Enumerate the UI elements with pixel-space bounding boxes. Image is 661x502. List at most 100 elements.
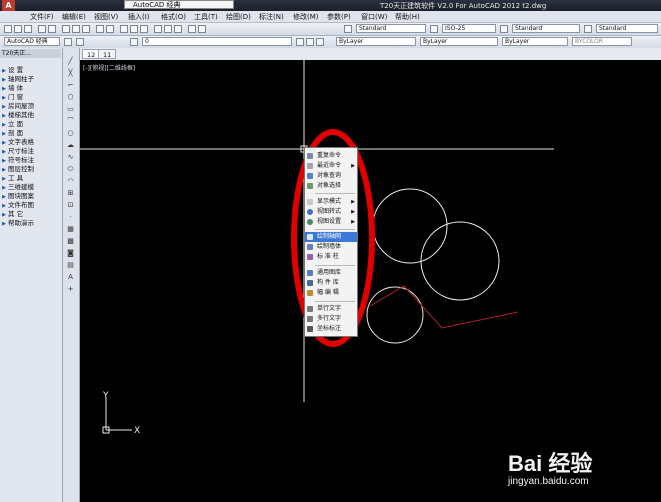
make-block-icon[interactable]: ⊡	[65, 200, 76, 210]
side-item-tools[interactable]: ▶ 工 具	[0, 174, 61, 183]
menu-edit[interactable]: 编辑(E)	[62, 12, 86, 22]
menu-dimension[interactable]: 标注(N)	[259, 12, 284, 22]
ctx-repeat-command[interactable]: 重复命令	[305, 151, 357, 161]
ctx-single-line-text[interactable]: 单行文字	[305, 304, 357, 314]
ctx-multi-line-text[interactable]: 多行文字	[305, 314, 357, 324]
ellipse-arc-icon[interactable]: ◠	[65, 176, 76, 186]
workspace-settings-icon[interactable]	[64, 38, 72, 46]
layer-combo[interactable]: 0	[142, 37, 292, 46]
new-icon[interactable]	[4, 25, 12, 33]
plotstyle-combo[interactable]: BYCOLOR	[572, 37, 632, 46]
properties-icon[interactable]	[154, 25, 162, 33]
cut-icon[interactable]	[62, 25, 70, 33]
table-style-icon[interactable]	[500, 25, 508, 33]
side-item-room-roof[interactable]: ▶ 房间屋顶	[0, 102, 61, 111]
side-item-axis-column[interactable]: ▶ 轴网柱子	[0, 75, 61, 84]
spline-icon[interactable]: ∿	[65, 152, 76, 162]
side-item-blocks[interactable]: ▶ 图块图案	[0, 192, 61, 201]
menu-view[interactable]: 视图(V)	[94, 12, 118, 22]
workspace-combo[interactable]: AutoCAD 经典	[4, 37, 60, 46]
polyline-icon[interactable]: ⌐	[65, 80, 76, 90]
pan-icon[interactable]	[120, 25, 128, 33]
red-polyline[interactable]	[369, 285, 519, 329]
ctx-component-library[interactable]: 构 件 库	[305, 278, 357, 288]
ctx-view-convert[interactable]: 视图转式 ▶	[305, 207, 357, 217]
make-current-icon[interactable]	[296, 38, 304, 46]
mleader-style-icon[interactable]	[584, 25, 592, 33]
side-item-stairs[interactable]: ▶ 楼梯其他	[0, 111, 61, 120]
app-logo-icon[interactable]: A	[2, 0, 15, 11]
ctx-object-select[interactable]: 对象选择	[305, 181, 357, 191]
insert-block-icon[interactable]: ⊞	[65, 188, 76, 198]
menu-parameters[interactable]: 参数(P)	[327, 12, 351, 22]
redo-icon[interactable]	[106, 25, 114, 33]
ctx-object-query[interactable]: 对象查询	[305, 171, 357, 181]
ellipse-icon[interactable]: ⬭	[65, 164, 76, 174]
circle-1[interactable]	[372, 188, 448, 264]
menu-format[interactable]: 格式(O)	[161, 12, 186, 22]
menu-modify[interactable]: 修改(M)	[293, 12, 319, 22]
menu-window[interactable]: 窗口(W)	[361, 12, 387, 22]
side-item-other[interactable]: ▶ 其 它	[0, 210, 61, 219]
arc-icon[interactable]: ⌒	[65, 116, 76, 126]
ctx-view-settings[interactable]: 视图设置 ▶	[305, 217, 357, 227]
save-icon[interactable]	[24, 25, 32, 33]
side-item-layer-control[interactable]: ▶ 图层控制	[0, 165, 61, 174]
ctx-general-library[interactable]: 通用图库	[305, 268, 357, 278]
side-item-settings[interactable]: ▶ 设 置	[0, 66, 61, 75]
side-item-dimension[interactable]: ▶ 尺寸标注	[0, 147, 61, 156]
table-style-combo[interactable]: Standard	[512, 24, 580, 33]
circle-3[interactable]	[366, 286, 424, 344]
menu-draw[interactable]: 绘图(D)	[226, 12, 251, 22]
side-item-elevation[interactable]: ▶ 立 面	[0, 120, 61, 129]
linetype-combo[interactable]: ByLayer	[420, 37, 498, 46]
circle-icon[interactable]: ○	[65, 128, 76, 138]
menu-tools[interactable]: 工具(T)	[194, 12, 218, 22]
calc-icon[interactable]	[188, 25, 196, 33]
side-item-file-layout[interactable]: ▶ 文件布图	[0, 201, 61, 210]
zoom-window-icon[interactable]	[140, 25, 148, 33]
undo-icon[interactable]	[96, 25, 104, 33]
side-item-door-window[interactable]: ▶ 门 窗	[0, 93, 61, 102]
layer-state-icon[interactable]	[130, 38, 138, 46]
text-style-combo[interactable]: Standard	[356, 24, 426, 33]
layer-iso-icon[interactable]	[316, 38, 324, 46]
lineweight-combo[interactable]: ByLayer	[502, 37, 568, 46]
text-style-icon[interactable]	[344, 25, 352, 33]
layer-manager-icon[interactable]	[76, 38, 84, 46]
dim-style-icon[interactable]	[430, 25, 438, 33]
side-item-help[interactable]: ▶ 帮助演示	[0, 219, 61, 228]
drawing-canvas[interactable]: Y X	[80, 60, 661, 502]
revcloud-icon[interactable]: ☁	[65, 140, 76, 150]
gradient-icon[interactable]: ▩	[65, 236, 76, 246]
dim-style-combo[interactable]: ISO-25	[442, 24, 496, 33]
menu-insert[interactable]: 插入(I)	[128, 12, 150, 22]
construction-line-icon[interactable]: ╳	[65, 68, 76, 78]
mtext-icon[interactable]: A	[65, 272, 76, 282]
mleader-style-combo[interactable]: Standard	[596, 24, 658, 33]
menu-help[interactable]: 帮助(H)	[395, 12, 420, 22]
table-icon[interactable]: ▤	[65, 260, 76, 270]
tab-11[interactable]: 11	[98, 49, 117, 59]
rectangle-icon[interactable]: ▭	[65, 104, 76, 114]
color-combo[interactable]: ByLayer	[336, 37, 416, 46]
paste-icon[interactable]	[82, 25, 90, 33]
side-item-text-table[interactable]: ▶ 文字表格	[0, 138, 61, 147]
copy-icon[interactable]	[72, 25, 80, 33]
ctx-draw-axis-grid[interactable]: 绘制轴网	[305, 232, 357, 242]
layer-previous-icon[interactable]	[306, 38, 314, 46]
help-icon[interactable]	[198, 25, 206, 33]
print-icon[interactable]	[38, 25, 46, 33]
hatch-icon[interactable]: ▦	[65, 224, 76, 234]
preview-icon[interactable]	[48, 25, 56, 33]
ctx-standard-column[interactable]: 标 准 柱	[305, 252, 357, 262]
ctx-coordinate-dim[interactable]: 坐标标注	[305, 324, 357, 334]
ctx-frame-edit[interactable]: 幅 编 辑	[305, 288, 357, 298]
side-item-3d-model[interactable]: ▶ 三维建模	[0, 183, 61, 192]
ctx-draw-wall[interactable]: 绘制墙体	[305, 242, 357, 252]
ctx-display-mode[interactable]: 显示模式 ▶	[305, 197, 357, 207]
ctx-recent-commands[interactable]: 最近命令 ▶	[305, 161, 357, 171]
circle-2[interactable]	[420, 221, 500, 301]
zoom-icon[interactable]	[130, 25, 138, 33]
side-item-symbol[interactable]: ▶ 符号标注	[0, 156, 61, 165]
